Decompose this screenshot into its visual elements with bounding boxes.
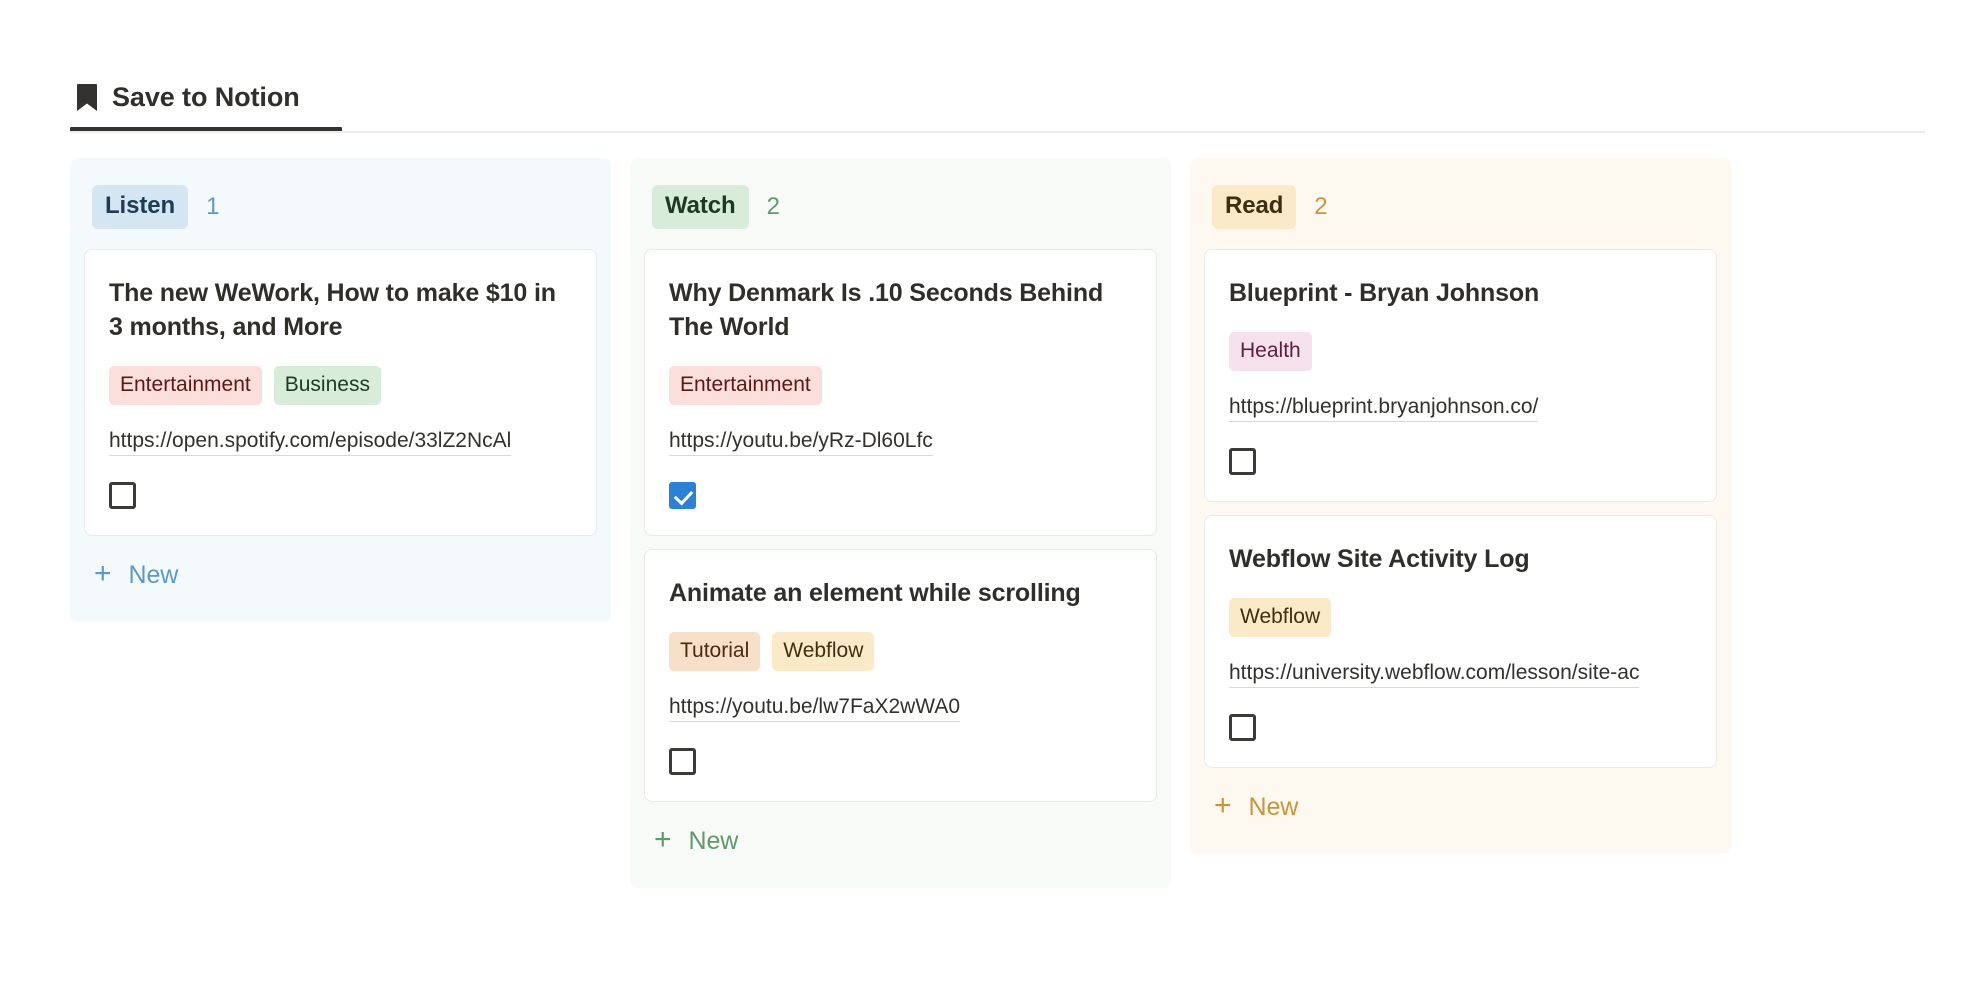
add-new-card-button-read[interactable]: + New bbox=[1190, 768, 1731, 848]
card-checkbox[interactable] bbox=[669, 748, 696, 775]
add-new-card-label: New bbox=[1248, 792, 1299, 821]
tab-bar: Save to Notion bbox=[70, 62, 1925, 134]
card-title: Animate an element while scrolling bbox=[669, 579, 1081, 607]
column-status-chip[interactable]: Watch bbox=[652, 185, 749, 229]
column-header-watch: Watch 2 bbox=[630, 158, 1171, 249]
tab-label: Save to Notion bbox=[112, 81, 300, 112]
column-card-count: 2 bbox=[766, 193, 780, 220]
card[interactable]: Blueprint - Bryan Johnson Health https://b… bbox=[1204, 249, 1717, 502]
card-tag[interactable]: Business bbox=[273, 366, 381, 405]
card-tag[interactable]: Health bbox=[1229, 332, 1312, 371]
bookmark-icon bbox=[76, 83, 98, 113]
add-new-card-button-listen[interactable]: + New bbox=[70, 536, 611, 616]
plus-icon: + bbox=[1214, 789, 1232, 822]
card-checkbox[interactable] bbox=[109, 482, 136, 509]
card-tag[interactable]: Entertainment bbox=[669, 366, 822, 405]
card-list: Blueprint - Bryan Johnson Health https://b… bbox=[1190, 249, 1731, 768]
card-list: The new WeWork, How to make $10 in 3 mon… bbox=[70, 249, 611, 536]
card-tag[interactable]: Webflow bbox=[772, 632, 875, 671]
card-url-link[interactable]: https://university.webflow.com/lesson/si… bbox=[1229, 661, 1640, 688]
card[interactable]: Webflow Site Activity Log Webflow https://… bbox=[1204, 515, 1717, 768]
plus-icon: + bbox=[94, 557, 112, 590]
card-tag-list: Entertainment bbox=[669, 366, 1132, 405]
card-tag[interactable]: Tutorial bbox=[669, 632, 761, 671]
card-checkbox[interactable] bbox=[1229, 448, 1256, 475]
card[interactable]: The new WeWork, How to make $10 in 3 mon… bbox=[84, 249, 597, 536]
card-title: The new WeWork, How to make $10 in 3 mon… bbox=[109, 279, 556, 341]
card-title: Blueprint - Bryan Johnson bbox=[1229, 279, 1540, 307]
tab-save-to-notion[interactable]: Save to Notion bbox=[70, 62, 342, 132]
add-new-card-label: New bbox=[688, 826, 739, 855]
card-tag[interactable]: Webflow bbox=[1229, 598, 1332, 637]
column-status-chip[interactable]: Read bbox=[1212, 185, 1297, 229]
card-tag-list: Tutorial Webflow bbox=[669, 632, 1132, 671]
column-card-count: 1 bbox=[206, 193, 220, 220]
card-url-link[interactable]: https://blueprint.bryanjohnson.co/ bbox=[1229, 395, 1539, 422]
card-list: Why Denmark Is .10 Seconds Behind The Wo… bbox=[630, 249, 1171, 802]
column-header-read: Read 2 bbox=[1190, 158, 1731, 249]
column-status-chip[interactable]: Listen bbox=[92, 185, 189, 229]
kanban-board: Listen 1 The new WeWork, How to make $10 i… bbox=[70, 158, 1731, 888]
card-title: Webflow Site Activity Log bbox=[1229, 545, 1530, 573]
app-root: Save to Notion Listen 1 The new WeWork, Ho… bbox=[0, 0, 1980, 998]
card-title: Why Denmark Is .10 Seconds Behind The Wo… bbox=[669, 279, 1104, 341]
kanban-column-read: Read 2 Blueprint - Bryan Johnson Health http… bbox=[1190, 158, 1731, 854]
column-card-count: 2 bbox=[1314, 193, 1328, 220]
add-new-card-label: New bbox=[128, 560, 179, 589]
kanban-column-listen: Listen 1 The new WeWork, How to make $10 i… bbox=[70, 158, 611, 622]
column-header-listen: Listen 1 bbox=[70, 158, 611, 249]
plus-icon: + bbox=[654, 823, 672, 856]
card-url-link[interactable]: https://youtu.be/yRz-Dl60Lfc bbox=[669, 429, 933, 456]
card[interactable]: Animate an element while scrolling Tutori… bbox=[644, 549, 1157, 802]
card-tag-list: Entertainment Business bbox=[109, 366, 572, 405]
card-checkbox[interactable] bbox=[669, 482, 696, 509]
card-checkbox[interactable] bbox=[1229, 714, 1256, 741]
card-tag[interactable]: Entertainment bbox=[109, 366, 262, 405]
card-tag-list: Health bbox=[1229, 332, 1692, 371]
add-new-card-button-watch[interactable]: + New bbox=[630, 802, 1171, 882]
card-tag-list: Webflow bbox=[1229, 598, 1692, 637]
card-url-link[interactable]: https://youtu.be/lw7FaX2wWA0 bbox=[669, 695, 961, 722]
card-url-link[interactable]: https://open.spotify.com/episode/33lZ2Nc… bbox=[109, 429, 512, 456]
kanban-column-watch: Watch 2 Why Denmark Is .10 Seconds Behind … bbox=[630, 158, 1171, 888]
card[interactable]: Why Denmark Is .10 Seconds Behind The Wo… bbox=[644, 249, 1157, 536]
tab-bar-divider bbox=[70, 131, 1925, 133]
